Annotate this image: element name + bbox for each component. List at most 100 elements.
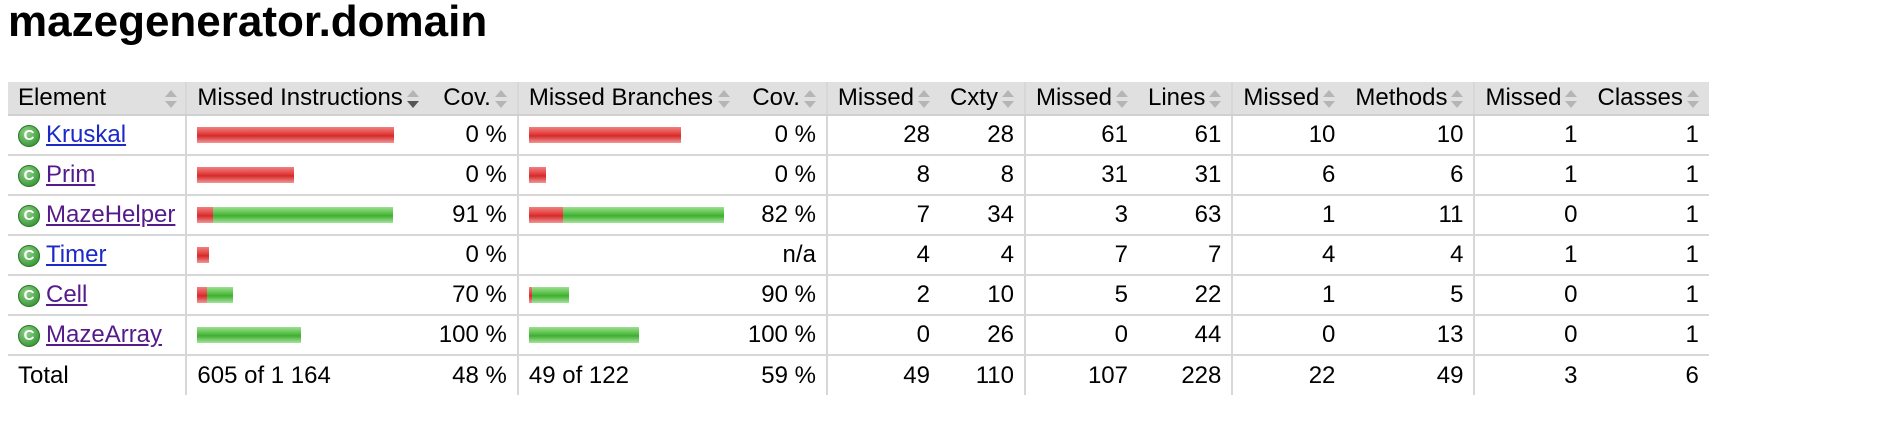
class-icon: C <box>18 204 40 227</box>
element-link[interactable]: MazeHelper <box>46 201 175 228</box>
covered-bar-segment <box>213 207 394 223</box>
cxty: 34 <box>939 195 1025 236</box>
element-link[interactable]: Cell <box>46 281 87 308</box>
col-missed-cxty-header[interactable]: Missed <box>825 82 940 116</box>
sort-icon <box>1115 89 1128 108</box>
class-icon: C <box>18 324 40 347</box>
total-missed-cxty: 49 <box>825 355 940 395</box>
table-body: C Kruskal 0 % 0 % 28 28 61 61 10 10 1 1 C Prim 0 % 0 % 8… <box>8 115 1709 356</box>
classes: 1 <box>1587 195 1709 236</box>
coverage-bar <box>529 247 728 263</box>
instr-coverage: 70 % <box>428 275 518 316</box>
coverage-bar <box>197 327 418 343</box>
total-instr-coverage: 48 % <box>452 361 507 389</box>
instructions-bar-cell <box>185 315 429 356</box>
total-missed-methods: 22 <box>1231 355 1346 395</box>
covered-bar-segment <box>528 327 639 343</box>
col-missed-branches-header[interactable]: Missed Branches <box>516 82 738 116</box>
sort-icon <box>717 90 730 108</box>
class-icon: C <box>18 244 40 267</box>
missed-lines: 0 <box>1023 315 1138 356</box>
element-link[interactable]: MazeArray <box>46 321 162 348</box>
branches-bar-cell <box>516 235 738 276</box>
missed-methods: 4 <box>1231 235 1346 276</box>
cxty: 26 <box>939 315 1025 356</box>
col-element-header[interactable]: Element <box>8 82 187 116</box>
covered-bar-segment <box>531 287 569 303</box>
col-cxty-header[interactable]: Cxty <box>939 82 1025 116</box>
lines: 61 <box>1137 115 1233 156</box>
sort-icon <box>917 89 930 108</box>
coverage-bar <box>197 247 418 263</box>
branches-bar-cell <box>516 115 738 156</box>
missed-cxty: 0 <box>825 315 940 356</box>
total-lines: 228 <box>1181 361 1222 389</box>
col-missed-lines-header[interactable]: Missed <box>1023 82 1138 116</box>
col-branch-coverage-header[interactable]: Cov. <box>737 82 827 116</box>
total-branches: 49 of 122 <box>516 355 738 395</box>
element-cell: C Kruskal <box>8 115 187 156</box>
col-missed-methods-header[interactable]: Missed <box>1231 82 1346 116</box>
element-cell: C MazeHelper <box>8 195 187 236</box>
col-classes-header[interactable]: Classes <box>1587 82 1709 116</box>
lines: 31 <box>1137 155 1233 196</box>
coverage-bar <box>528 127 728 143</box>
classes: 1 <box>1587 235 1709 276</box>
instr-coverage: 0 % <box>428 155 518 196</box>
col-branch-coverage-label: Cov. <box>752 84 800 111</box>
classes: 1 <box>1587 275 1709 316</box>
branch-coverage: 0 % <box>737 155 827 196</box>
element-cell: C Timer <box>8 235 187 276</box>
total-methods: 49 <box>1436 361 1464 389</box>
coverage-bar <box>197 127 418 143</box>
cxty: 8 <box>939 155 1025 196</box>
col-instr-coverage-header[interactable]: Cov. <box>428 82 518 116</box>
element-link[interactable]: Prim <box>46 161 95 188</box>
col-missed-methods-label: Missed <box>1243 84 1320 111</box>
lines: 44 <box>1137 315 1233 356</box>
instr-coverage: 91 % <box>428 195 518 236</box>
col-missed-instructions-header[interactable]: Missed Instructions <box>185 82 429 116</box>
instr-coverage: 0 % <box>428 235 518 276</box>
page-title: mazegenerator.domain <box>8 0 488 46</box>
branch-coverage: 90 % <box>737 275 827 316</box>
covered-bar-segment <box>207 287 234 303</box>
element-cell: C Cell <box>8 275 187 316</box>
covered-bar-segment <box>562 207 724 223</box>
methods: 6 <box>1345 155 1475 196</box>
methods: 11 <box>1345 195 1475 236</box>
missed-classes: 0 <box>1473 195 1588 236</box>
missed-methods: 10 <box>1231 115 1346 156</box>
coverage-bar <box>197 167 418 183</box>
missed-bar-segment <box>197 167 295 183</box>
branches-bar-cell <box>516 275 738 316</box>
sort-icon <box>1209 89 1222 108</box>
missed-cxty: 8 <box>825 155 940 196</box>
methods: 4 <box>1345 235 1475 276</box>
sort-icon <box>1565 89 1578 108</box>
missed-lines: 7 <box>1023 235 1138 276</box>
branch-coverage: 100 % <box>737 315 827 356</box>
table-row: C MazeArray 100 % 100 % 0 26 0 44 0 13 0 1 <box>8 315 1709 356</box>
sort-icon <box>494 89 507 108</box>
element-link[interactable]: Timer <box>46 241 106 268</box>
col-methods-header[interactable]: Methods <box>1345 82 1475 116</box>
col-lines-header[interactable]: Lines <box>1137 82 1233 116</box>
instructions-bar-cell <box>185 195 429 236</box>
col-missed-classes-header[interactable]: Missed <box>1473 82 1588 116</box>
instr-coverage: 0 % <box>428 115 518 156</box>
total-cxty: 110 <box>975 361 1014 389</box>
branches-bar-cell <box>516 315 738 356</box>
branches-bar-cell <box>516 155 738 196</box>
missed-bar-segment <box>197 287 208 303</box>
methods: 10 <box>1345 115 1475 156</box>
missed-bar-segment <box>197 127 395 143</box>
element-link[interactable]: Kruskal <box>46 121 126 148</box>
class-icon: C <box>18 164 40 187</box>
total-branch-coverage: 59 % <box>761 361 816 389</box>
table-row: C Timer 0 % n/a 4 4 7 7 4 4 1 1 <box>8 235 1709 276</box>
missed-methods: 1 <box>1231 275 1346 316</box>
table-row: C MazeHelper 91 % 82 % 7 34 3 63 1 11 0 1 <box>8 195 1709 236</box>
missed-bar-segment <box>528 127 681 143</box>
missed-methods: 0 <box>1231 315 1346 356</box>
